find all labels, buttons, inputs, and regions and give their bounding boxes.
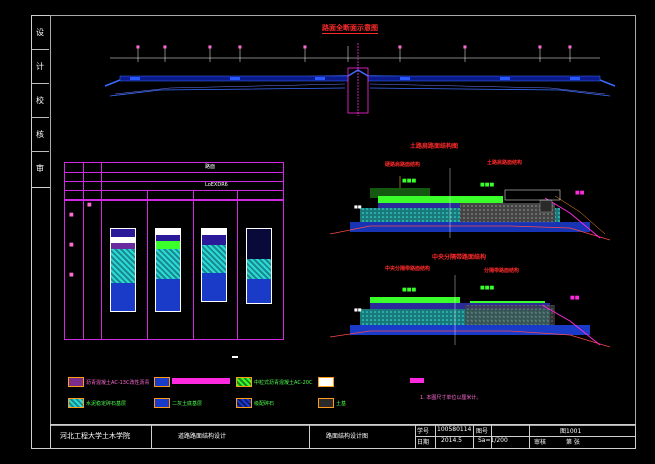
detail-bottom-left-label: 中央分隔带路面结构 — [385, 266, 431, 272]
footer-drawing-title: 路面结构设计图 — [326, 433, 369, 440]
footer-date: 2014.5 — [441, 437, 462, 444]
legend-swatch-9 — [318, 398, 334, 408]
footer-date-label: 日期 — [417, 439, 430, 446]
cad-drawing-sheet: 设 计 校 核 审 路面全断面示意图 ■ ■ ■ ■ ■ ■ ■ ■ ■ 路面 … — [0, 0, 655, 464]
full-section-drawing: ■ ■ ■ ■ ■ ■ ■ ■ ■ — [104, 43, 616, 116]
svg-text:■: ■ — [398, 44, 402, 49]
legend-swatch-7 — [154, 398, 170, 408]
footer-student-id-label: 学号 — [417, 428, 430, 435]
svg-text:■■: ■■ — [570, 295, 580, 301]
detail-top-right-label: 土路肩路面结构 — [487, 160, 523, 166]
detail-top-drawing: ■■■ ■■■ ■■ ■■ — [330, 168, 610, 241]
svg-text:■: ■ — [136, 44, 140, 49]
side-label-5: 审 — [36, 164, 44, 173]
detail-bottom-drawing: ■■■ ■■■ ■■ ■■ — [330, 275, 610, 348]
legend-label-3: 中粒式沥青混凝土AC-20C — [254, 380, 313, 386]
legend-label-8: 级配碎石 — [254, 401, 275, 407]
legend-label-7: 二灰土底基层 — [172, 401, 203, 407]
legend-label-1: 沥青混凝土AC-13C改性沥青 — [86, 380, 150, 386]
legend-swatch-3 — [236, 377, 252, 387]
footer-review-value: 第 张 — [566, 439, 580, 446]
svg-text:■: ■ — [568, 44, 572, 49]
pavement-column-3 — [201, 228, 227, 302]
footer-scale: Sa=1/200 — [478, 437, 508, 444]
table-marker — [232, 356, 238, 358]
svg-text:■: ■ — [538, 44, 542, 49]
legend-label-9: 土基 — [336, 401, 347, 407]
svg-text:■: ■ — [163, 44, 167, 49]
svg-text:■■■: ■■■ — [480, 285, 494, 291]
drawing-note: 1. 本图尺寸单位以厘米计。 — [420, 395, 482, 401]
footer-student-id: 100580114 — [437, 426, 472, 433]
footer-sheet-label: 图号 — [476, 428, 489, 435]
footer-project: 道路路面结构设计 — [178, 433, 227, 440]
pavement-column-2 — [155, 228, 181, 312]
svg-text:■■: ■■ — [354, 307, 362, 312]
table-row3-value: LoEXDR6 — [205, 182, 228, 188]
footer-school: 河北工程大学土木学院 — [60, 432, 130, 440]
legend-swatch-4 — [318, 377, 334, 387]
svg-text:■■: ■■ — [354, 204, 362, 209]
svg-text:■■■: ■■■ — [402, 287, 416, 293]
footer-review-label: 审核 — [534, 439, 547, 446]
pavement-column-4 — [246, 228, 272, 304]
svg-text:■: ■ — [463, 44, 467, 49]
detail-bottom-right-label: 分隔带路面结构 — [484, 268, 520, 274]
detail-bottom-title: 中央分隔带路面结构 — [432, 254, 487, 261]
svg-text:■■■: ■■■ — [480, 182, 494, 188]
legend-label-6: 水泥稳定碎石基层 — [86, 401, 127, 407]
section-title: 路面全断面示意图 — [322, 24, 378, 34]
detail-title: 土路肩路面结构图 — [410, 143, 459, 150]
detail-top-left-label: 硬路肩路面结构 — [385, 162, 421, 168]
svg-text:■: ■ — [303, 44, 307, 49]
svg-text:■■: ■■ — [575, 190, 585, 196]
side-label-1: 设 — [31, 15, 49, 50]
legend-bar-magenta-2 — [410, 378, 424, 383]
table-header: 路面 — [205, 164, 216, 170]
side-label-2: 计 — [31, 49, 49, 84]
side-label-3: 校 — [31, 83, 49, 118]
legend-swatch-1 — [68, 377, 84, 387]
side-label-4: 核 — [31, 117, 49, 152]
legend-swatch-2 — [154, 377, 170, 387]
pavement-column-1 — [110, 228, 136, 312]
svg-text:■■■: ■■■ — [402, 178, 416, 184]
svg-text:■: ■ — [238, 44, 242, 49]
footer-drawing-no: 图1001 — [560, 428, 582, 435]
svg-text:■: ■ — [208, 44, 212, 49]
legend-bar-magenta — [172, 378, 230, 384]
legend-swatch-6 — [68, 398, 84, 408]
legend-swatch-8 — [236, 398, 252, 408]
